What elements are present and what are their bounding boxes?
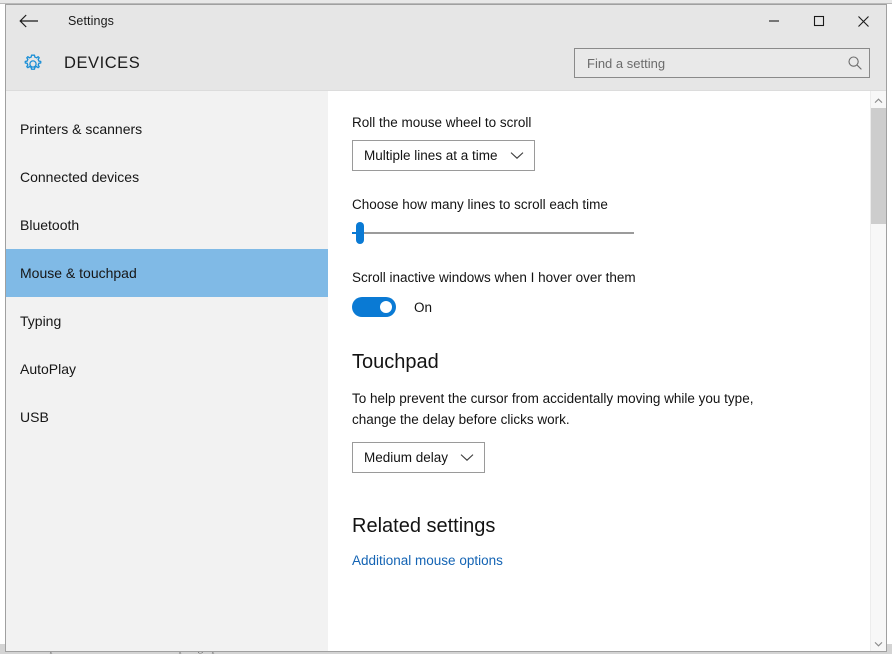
lines-to-scroll-slider[interactable] (352, 222, 634, 244)
inactive-scroll-toggle[interactable] (352, 297, 396, 317)
inactive-scroll-setting: Scroll inactive windows when I hover ove… (352, 270, 886, 317)
sidebar-item-label: USB (20, 409, 49, 425)
inactive-scroll-label: Scroll inactive windows when I hover ove… (352, 270, 886, 285)
search-icon[interactable] (841, 55, 869, 71)
minimize-button[interactable] (751, 5, 796, 37)
wheel-scroll-setting: Roll the mouse wheel to scroll Multiple … (352, 115, 886, 171)
sidebar-item-label: Mouse & touchpad (20, 265, 137, 281)
sidebar-item-printers-scanners[interactable]: Printers & scanners (6, 105, 328, 153)
close-button[interactable] (841, 5, 886, 37)
slider-thumb[interactable] (356, 222, 364, 244)
scrollbar-thumb[interactable] (871, 108, 886, 224)
title-bar: Settings (6, 5, 886, 37)
sidebar-item-usb[interactable]: USB (6, 393, 328, 441)
chevron-up-icon (874, 91, 883, 109)
settings-content-pane: Roll the mouse wheel to scroll Multiple … (328, 91, 886, 651)
sidebar-item-mouse-touchpad[interactable]: Mouse & touchpad (6, 249, 328, 297)
additional-mouse-options-link[interactable]: Additional mouse options (352, 553, 503, 568)
toggle-state-label: On (414, 300, 432, 315)
slider-track (352, 232, 634, 234)
minimize-icon (768, 15, 780, 27)
content-scrollbar[interactable] (870, 91, 886, 651)
wheel-scroll-dropdown[interactable]: Multiple lines at a time (352, 140, 535, 171)
window-controls (751, 5, 886, 37)
sidebar-item-bluetooth[interactable]: Bluetooth (6, 201, 328, 249)
window-title: Settings (68, 14, 114, 28)
touchpad-section: Touchpad To help prevent the cursor from… (352, 351, 886, 473)
related-settings-heading: Related settings (352, 515, 886, 538)
inactive-scroll-toggle-row: On (352, 297, 886, 317)
app-header: DEVICES (6, 37, 886, 90)
touchpad-description: To help prevent the cursor from accident… (352, 388, 772, 430)
sidebar-item-connected-devices[interactable]: Connected devices (6, 153, 328, 201)
maximize-button[interactable] (796, 5, 841, 37)
chevron-down-icon (510, 151, 524, 160)
settings-window: Settings (5, 4, 887, 652)
sidebar-item-typing[interactable]: Typing (6, 297, 328, 345)
sidebar-item-label: Printers & scanners (20, 121, 142, 137)
search-box[interactable] (574, 48, 870, 78)
gear-icon (20, 51, 46, 77)
sidebar-item-label: Bluetooth (20, 217, 79, 233)
wheel-scroll-label: Roll the mouse wheel to scroll (352, 115, 886, 130)
touchpad-delay-dropdown[interactable]: Medium delay (352, 442, 485, 473)
scrollbar-down-button[interactable] (871, 634, 886, 651)
maximize-icon (813, 15, 825, 27)
window-body: Printers & scanners Connected devices Bl… (6, 90, 886, 651)
sidebar-item-autoplay[interactable]: AutoPlay (6, 345, 328, 393)
lines-to-scroll-label: Choose how many lines to scroll each tim… (352, 197, 886, 212)
search-input[interactable] (585, 49, 841, 77)
back-arrow-icon (19, 14, 39, 28)
scrollbar-up-button[interactable] (871, 91, 886, 108)
sidebar-item-label: Connected devices (20, 169, 139, 185)
chevron-down-icon (874, 634, 883, 652)
wheel-scroll-dropdown-value: Multiple lines at a time (364, 148, 498, 163)
back-button[interactable] (6, 5, 52, 37)
chevron-down-icon (460, 453, 474, 462)
sidebar-item-label: Typing (20, 313, 61, 329)
sidebar-nav: Printers & scanners Connected devices Bl… (6, 91, 328, 651)
close-icon (857, 15, 870, 28)
toggle-knob (380, 301, 392, 313)
related-settings-section: Related settings Additional mouse option… (352, 515, 886, 570)
page-title: DEVICES (64, 54, 140, 73)
sidebar-item-label: AutoPlay (20, 361, 76, 377)
touchpad-delay-dropdown-value: Medium delay (364, 450, 448, 465)
lines-to-scroll-setting: Choose how many lines to scroll each tim… (352, 197, 886, 244)
touchpad-heading: Touchpad (352, 351, 886, 374)
